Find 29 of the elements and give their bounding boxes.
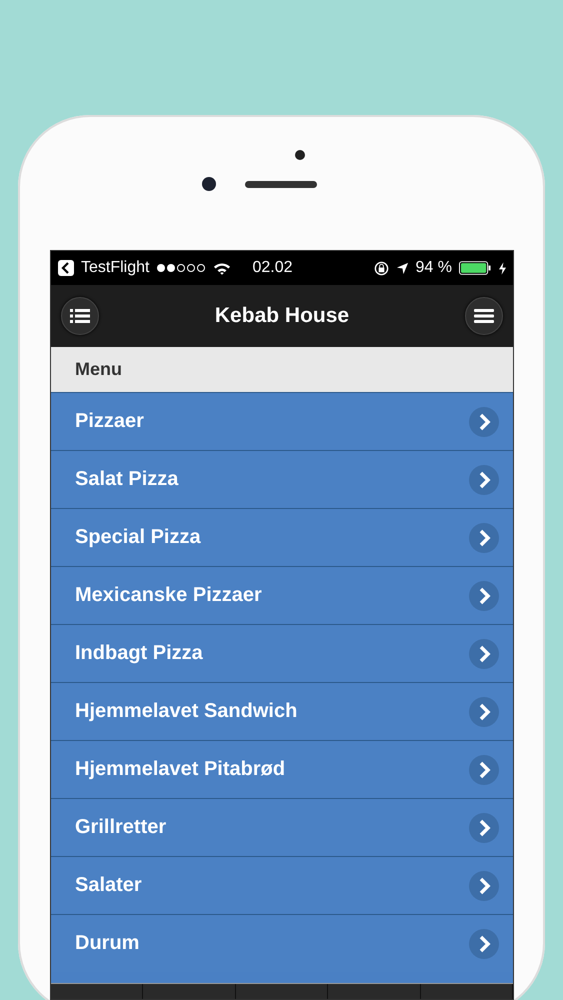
menu-icon bbox=[474, 308, 494, 324]
sensor-dot bbox=[295, 150, 305, 160]
rotation-lock-icon bbox=[374, 260, 389, 276]
back-app-label[interactable]: TestFlight bbox=[81, 259, 150, 277]
list-icon bbox=[70, 308, 90, 324]
chevron-icon bbox=[469, 754, 499, 784]
list-button[interactable] bbox=[61, 297, 99, 335]
speaker-grille bbox=[245, 181, 317, 188]
app-title: Kebab House bbox=[214, 304, 350, 328]
back-icon[interactable] bbox=[58, 260, 74, 276]
chevron-icon bbox=[469, 696, 499, 726]
battery-icon bbox=[459, 261, 492, 275]
chevron-icon bbox=[469, 870, 499, 900]
chevron-icon bbox=[469, 580, 499, 610]
wifi-icon bbox=[213, 262, 232, 274]
chevron-icon bbox=[469, 638, 499, 668]
chevron-icon bbox=[469, 406, 499, 436]
location-arrow-icon bbox=[396, 262, 409, 274]
chevron-icon bbox=[469, 522, 499, 552]
chevron-icon bbox=[469, 812, 499, 842]
battery-percent: 94 % bbox=[416, 259, 452, 277]
camera-lens bbox=[202, 177, 216, 191]
menu-button[interactable] bbox=[464, 297, 503, 335]
clock-time: 02.02 bbox=[252, 259, 293, 277]
chevron-icon bbox=[469, 928, 499, 958]
section-title: Menu bbox=[75, 359, 122, 380]
charging-icon bbox=[499, 262, 506, 274]
signal-icon bbox=[156, 263, 206, 273]
chevron-icon bbox=[469, 464, 499, 494]
